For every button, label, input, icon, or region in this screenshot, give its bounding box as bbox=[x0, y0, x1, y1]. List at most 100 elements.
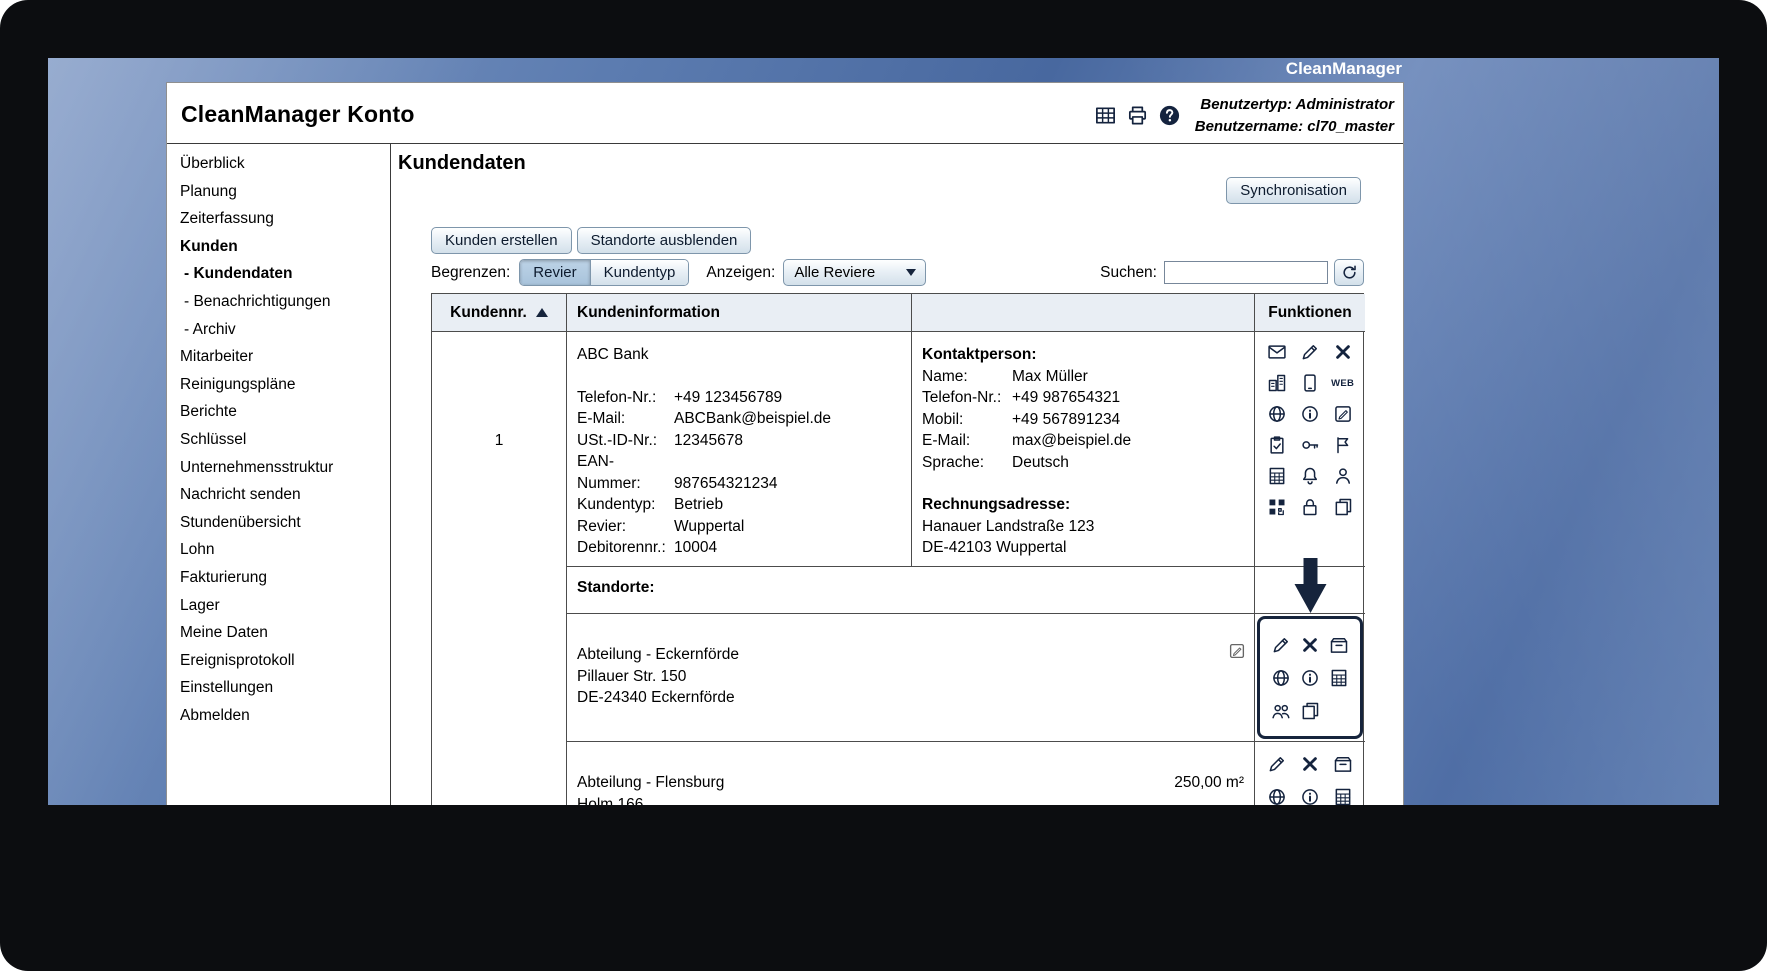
flag-icon[interactable] bbox=[1333, 435, 1353, 455]
bell-icon[interactable] bbox=[1300, 466, 1320, 486]
desktop-background: CleanManager CleanManager Konto Benutzer… bbox=[48, 58, 1719, 805]
field-row: Revier: Wuppertal bbox=[577, 516, 901, 538]
sidebar-item-zeiterfassung[interactable]: Zeiterfassung bbox=[167, 205, 390, 233]
kundentyp-filter-button[interactable]: Kundentyp bbox=[589, 260, 689, 285]
info-icon[interactable] bbox=[1300, 787, 1320, 805]
app-window: CleanManager Konto Benutzertyp: Administ… bbox=[166, 82, 1404, 805]
note-edit-icon[interactable] bbox=[1333, 404, 1353, 424]
field-label: Mobil: bbox=[922, 410, 964, 428]
lock-icon[interactable] bbox=[1300, 497, 1320, 517]
field-value: +49 123456789 bbox=[674, 388, 783, 406]
sidebar-item-planung[interactable]: Planung bbox=[167, 178, 390, 206]
sidebar-item-kundendaten[interactable]: - Kundendaten bbox=[167, 260, 390, 288]
sidebar-item-benachrichtigungen[interactable]: - Benachrichtigungen bbox=[167, 288, 390, 316]
window-header: CleanManager Konto Benutzertyp: Administ… bbox=[167, 83, 1403, 144]
info-icon[interactable] bbox=[1300, 404, 1320, 424]
documents-icon[interactable] bbox=[1333, 497, 1353, 517]
column-header-funktionen: Funktionen bbox=[1255, 294, 1365, 332]
refresh-icon bbox=[1341, 264, 1358, 281]
archive-box-icon[interactable] bbox=[1333, 754, 1353, 774]
delete-icon[interactable] bbox=[1333, 342, 1353, 362]
print-icon[interactable] bbox=[1126, 104, 1149, 127]
delete-icon[interactable] bbox=[1300, 635, 1320, 655]
delete-icon[interactable] bbox=[1300, 754, 1320, 774]
customer-name: ABC Bank bbox=[577, 346, 649, 363]
field-label: Sprache: bbox=[922, 453, 985, 471]
sort-asc-icon[interactable] bbox=[535, 308, 548, 317]
info-icon[interactable] bbox=[1300, 668, 1320, 688]
key-icon[interactable] bbox=[1300, 435, 1320, 455]
field-row: Debitorennr.: 10004 bbox=[577, 537, 901, 559]
buildings-icon[interactable] bbox=[1267, 373, 1287, 393]
sidebar-item-einstellungen[interactable]: Einstellungen bbox=[167, 674, 390, 702]
field-value: 987654321234 bbox=[674, 474, 778, 492]
help-icon[interactable] bbox=[1158, 104, 1181, 127]
location-functions-cell bbox=[1255, 742, 1365, 805]
column-header-kundennr[interactable]: Kundennr. bbox=[432, 294, 567, 332]
synchronisation-button[interactable]: Synchronisation bbox=[1226, 177, 1361, 204]
people-icon[interactable] bbox=[1271, 701, 1291, 721]
column-header-kundeninformation: Kundeninformation bbox=[567, 294, 912, 332]
contact-row: Name: Max Müller bbox=[922, 366, 1244, 388]
sidebar-item-stundenuebersicht[interactable]: Stundenübersicht bbox=[167, 509, 390, 537]
field-row: USt.-ID-Nr.: 12345678 bbox=[577, 430, 901, 452]
sidebar-item-unternehmensstruktur[interactable]: Unternehmensstruktur bbox=[167, 454, 390, 482]
calculator-icon[interactable] bbox=[1333, 787, 1353, 805]
sidebar-item-ueberblick[interactable]: Überblick bbox=[167, 150, 390, 178]
search-input[interactable] bbox=[1164, 261, 1328, 284]
note-icon[interactable] bbox=[1228, 642, 1246, 660]
mobile-icon[interactable] bbox=[1300, 373, 1320, 393]
sidebar-item-lager[interactable]: Lager bbox=[167, 592, 390, 620]
field-label: Telefon-Nr.: bbox=[922, 389, 1002, 406]
sidebar-item-archiv[interactable]: - Archiv bbox=[167, 316, 390, 344]
location-line: DE-24340 Eckernförde bbox=[577, 689, 735, 706]
customer-number-cell: 1 bbox=[432, 332, 567, 805]
limit-label: Begrenzen: bbox=[431, 263, 511, 281]
documents-icon[interactable] bbox=[1300, 701, 1320, 721]
sidebar-item-berichte[interactable]: Berichte bbox=[167, 398, 390, 426]
clipboard-check-icon[interactable] bbox=[1267, 435, 1287, 455]
contact-cell: Kontaktperson: Name: Max Müller Telefon-N… bbox=[912, 332, 1255, 567]
customer-info-cell: ABC Bank Telefon-Nr.: +49 123456789 E-Mai… bbox=[567, 332, 912, 567]
sidebar-item-mitarbeiter[interactable]: Mitarbeiter bbox=[167, 343, 390, 371]
field-row: EAN-Nummer: 987654321234 bbox=[577, 451, 901, 494]
sidebar-item-schluessel[interactable]: Schlüssel bbox=[167, 426, 390, 454]
globe-icon[interactable] bbox=[1267, 787, 1287, 805]
customer-table: Kundennr. Kundeninformation Funktionen 1… bbox=[431, 293, 1365, 805]
filter-bar: Begrenzen: Revier Kundentyp Anzeigen: Al… bbox=[431, 259, 1364, 286]
archive-box-icon[interactable] bbox=[1329, 635, 1349, 655]
sidebar-item-reinigungsplaene[interactable]: Reinigungspläne bbox=[167, 371, 390, 399]
web-link[interactable]: WEB bbox=[1329, 373, 1357, 393]
brand-text: CleanManager bbox=[1285, 59, 1402, 78]
sidebar-item-ereignisprotokoll[interactable]: Ereignisprotokoll bbox=[167, 647, 390, 675]
qr-code-icon[interactable] bbox=[1267, 497, 1287, 517]
person-icon[interactable] bbox=[1333, 466, 1353, 486]
revier-filter-button[interactable]: Revier bbox=[520, 260, 590, 285]
sidebar-item-lohn[interactable]: Lohn bbox=[167, 536, 390, 564]
sidebar-item-kunden[interactable]: Kunden bbox=[167, 233, 390, 261]
customer-number: 1 bbox=[494, 432, 504, 449]
calculator-icon[interactable] bbox=[1329, 668, 1349, 688]
sidebar-item-fakturierung[interactable]: Fakturierung bbox=[167, 564, 390, 592]
edit-icon[interactable] bbox=[1300, 342, 1320, 362]
create-customer-button[interactable]: Kunden erstellen bbox=[431, 227, 572, 254]
refresh-button[interactable] bbox=[1334, 259, 1364, 286]
sidebar-item-meine-daten[interactable]: Meine Daten bbox=[167, 619, 390, 647]
location-line: Abteilung - Eckernförde bbox=[577, 646, 739, 663]
mail-icon[interactable] bbox=[1267, 342, 1287, 362]
field-value: Max Müller bbox=[1012, 367, 1088, 385]
edit-icon[interactable] bbox=[1271, 635, 1291, 655]
anzeigen-select[interactable]: Alle Reviere bbox=[783, 259, 927, 286]
table-icon[interactable] bbox=[1094, 104, 1117, 127]
standorte-functions-cell bbox=[1255, 567, 1365, 614]
window-title: CleanManager Konto bbox=[181, 101, 415, 127]
sidebar-item-nachricht-senden[interactable]: Nachricht senden bbox=[167, 481, 390, 509]
edit-icon[interactable] bbox=[1267, 754, 1287, 774]
kundeninformation-header-label: Kundeninformation bbox=[577, 303, 720, 321]
globe-icon[interactable] bbox=[1271, 668, 1291, 688]
field-label: Telefon-Nr.: bbox=[577, 388, 657, 406]
calculator-icon[interactable] bbox=[1267, 466, 1287, 486]
hide-sites-button[interactable]: Standorte ausblenden bbox=[576, 227, 752, 254]
sidebar-item-abmelden[interactable]: Abmelden bbox=[167, 702, 390, 730]
globe-icon[interactable] bbox=[1267, 404, 1287, 424]
